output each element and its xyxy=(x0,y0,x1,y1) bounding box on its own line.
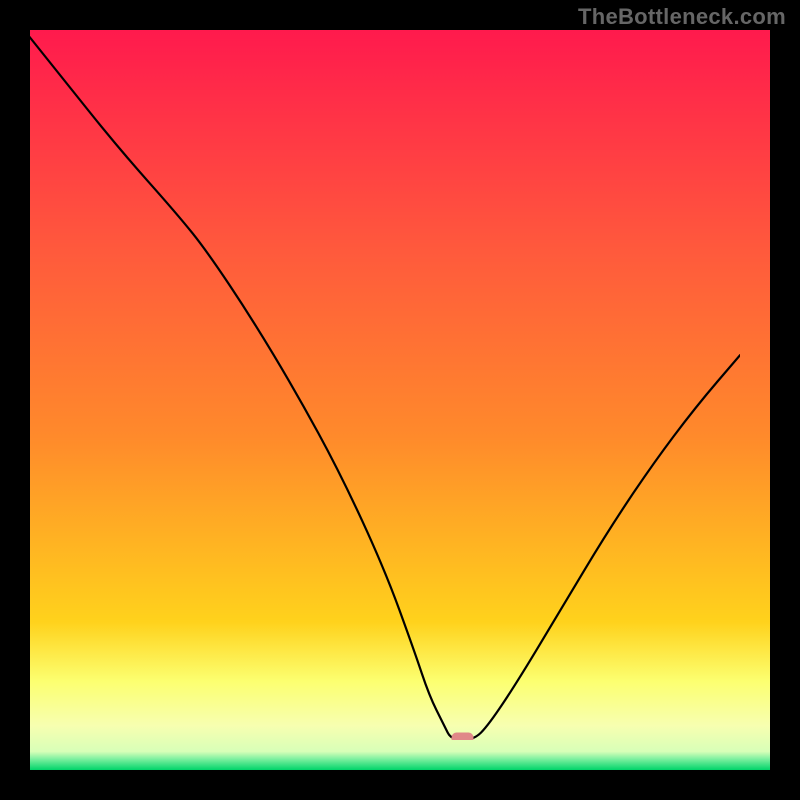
watermark-text: TheBottleneck.com xyxy=(578,4,786,30)
chart-frame: TheBottleneck.com xyxy=(0,0,800,800)
bottleneck-curve xyxy=(0,0,740,740)
plot-overlay xyxy=(0,0,740,740)
optimal-point-marker xyxy=(452,733,474,741)
